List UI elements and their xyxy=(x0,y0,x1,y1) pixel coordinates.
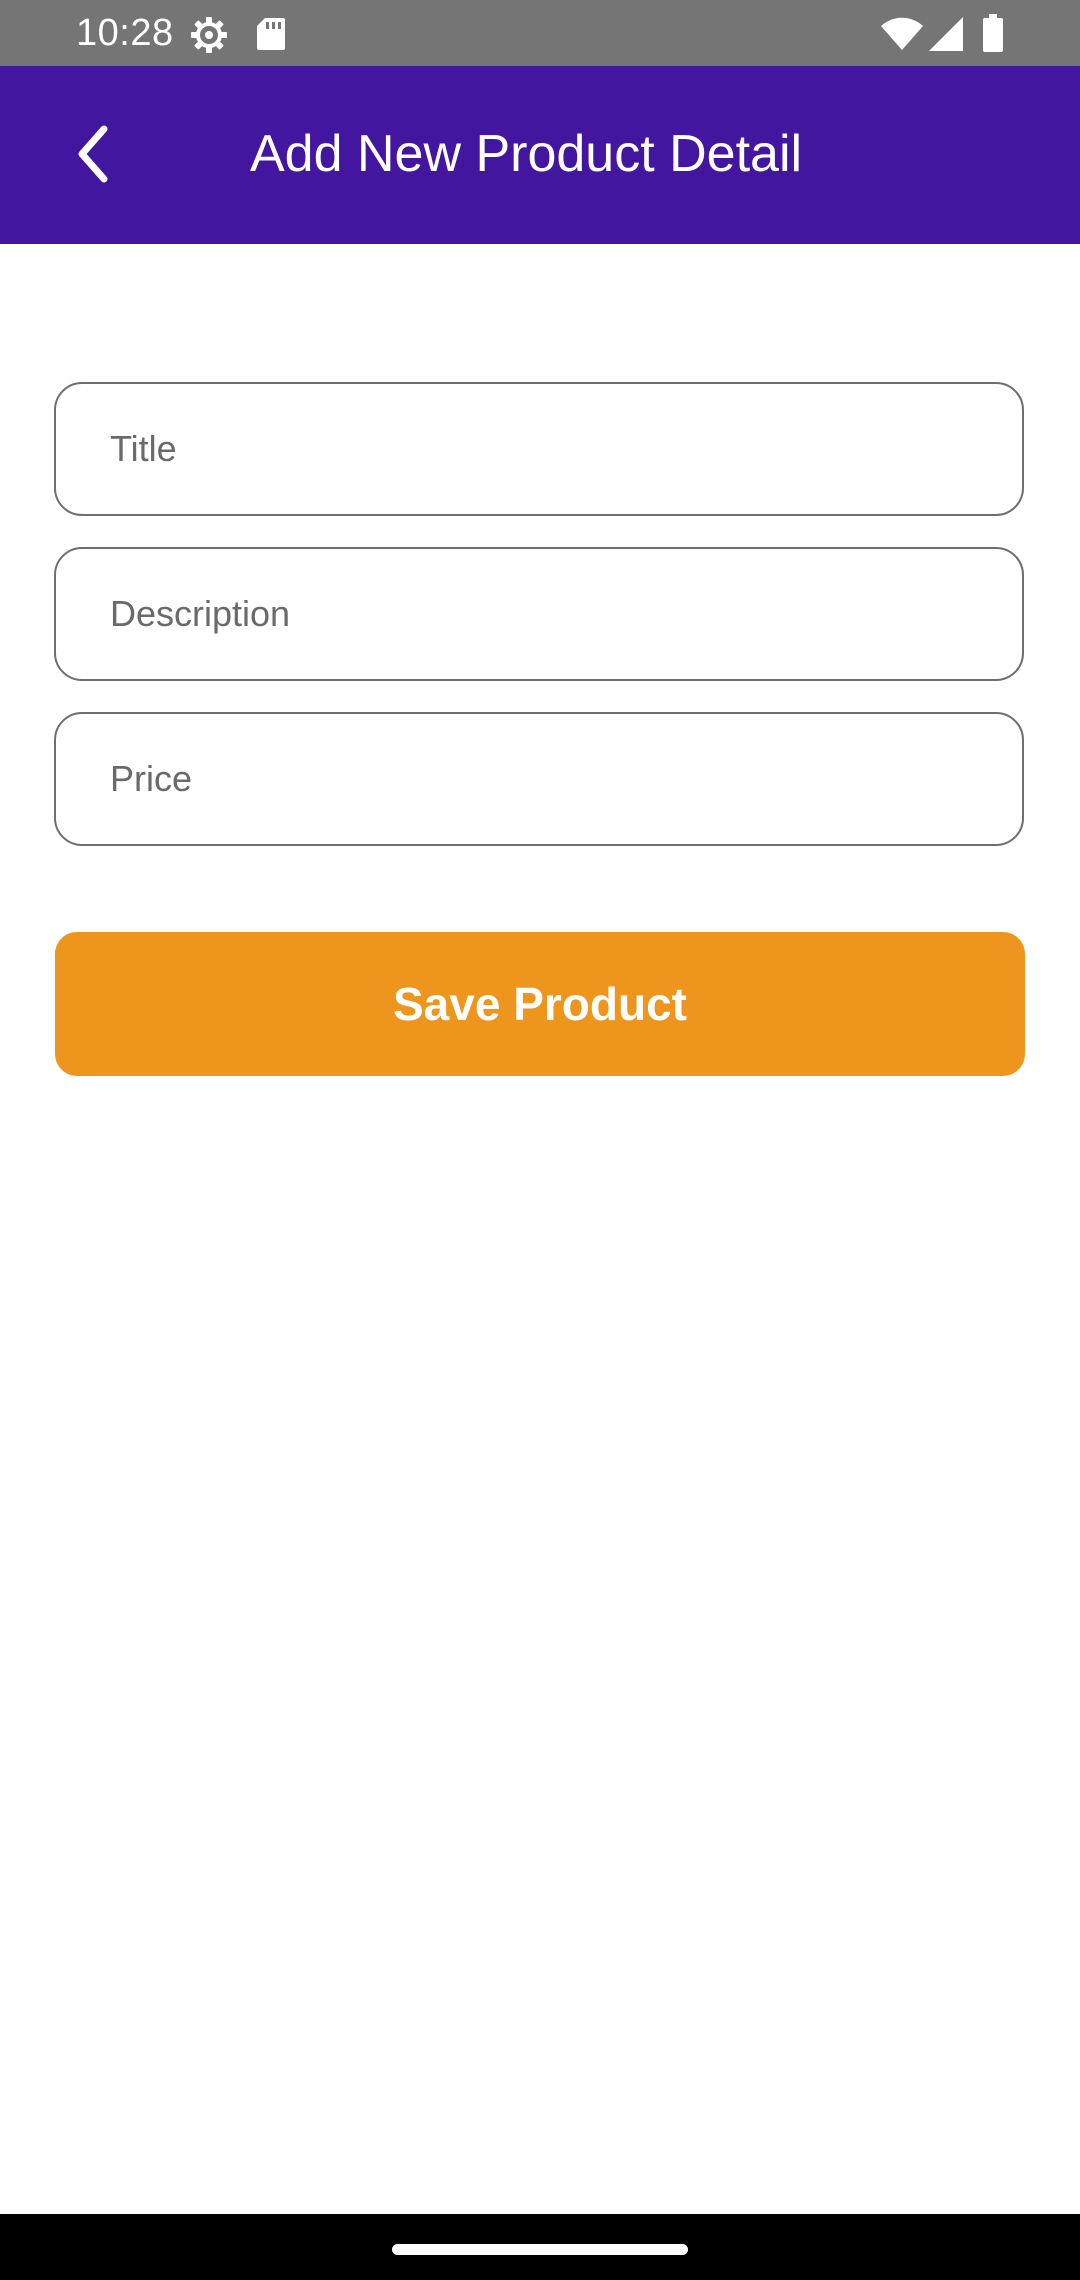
page-title: Add New Product Detail xyxy=(250,125,803,183)
chevron-left-icon xyxy=(78,125,108,183)
app-bar: Add New Product Detail xyxy=(0,66,1080,244)
battery-icon xyxy=(983,14,1003,52)
status-time: 10:28 xyxy=(76,12,174,54)
description-input[interactable] xyxy=(110,549,990,679)
home-gesture-handle[interactable] xyxy=(392,2244,688,2255)
wifi-icon xyxy=(881,17,923,50)
save-product-button[interactable]: Save Product xyxy=(55,932,1025,1076)
navigation-bar xyxy=(0,2214,1080,2280)
price-input[interactable] xyxy=(110,714,990,844)
settings-icon xyxy=(191,17,227,53)
price-field[interactable] xyxy=(54,712,1024,846)
sd-card-icon xyxy=(257,18,285,50)
title-input[interactable] xyxy=(110,384,990,514)
status-bar: 10:28 xyxy=(0,0,1080,66)
back-button[interactable] xyxy=(52,112,136,196)
signal-icon xyxy=(929,17,963,51)
title-field[interactable] xyxy=(54,382,1024,516)
description-field[interactable] xyxy=(54,547,1024,681)
